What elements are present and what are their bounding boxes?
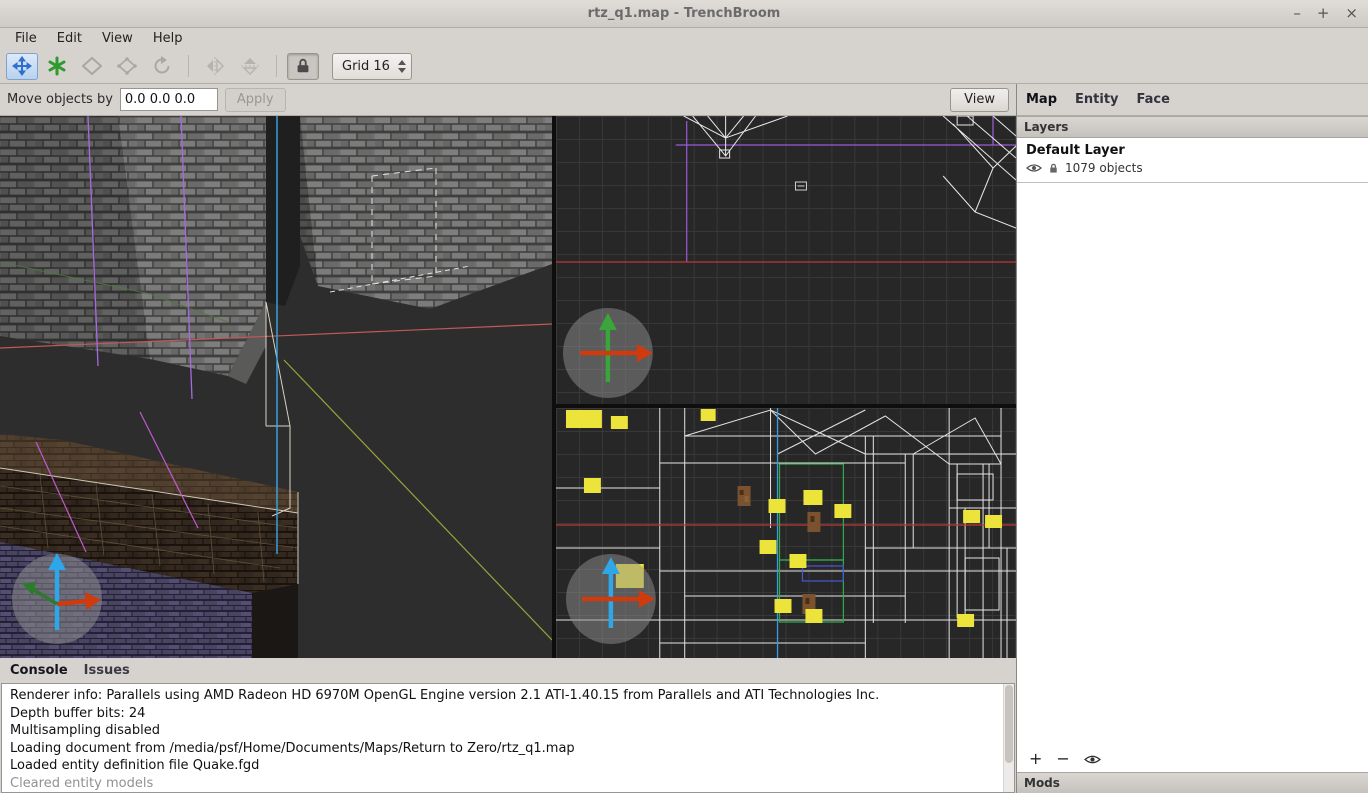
- log-line: Depth buffer bits: 24: [10, 705, 1006, 723]
- rotate-tool-icon: [152, 56, 172, 76]
- layer-list-empty-area: [1017, 183, 1368, 746]
- flip-vertical-icon: [240, 56, 260, 76]
- maximize-icon[interactable]: +: [1317, 6, 1330, 21]
- texture-lock-button[interactable]: [287, 53, 319, 80]
- view-dropdown-button[interactable]: View: [950, 88, 1009, 112]
- window-title: rtz_q1.map - TrenchBroom: [0, 6, 1368, 21]
- trenchbroom-window: rtz_q1.map - TrenchBroom – + × File Edit…: [0, 0, 1368, 793]
- move-tool-icon: [12, 56, 32, 76]
- grid-size-label: Grid 16: [342, 59, 390, 74]
- toolbar: Grid 16: [0, 49, 1368, 84]
- tab-console[interactable]: Console: [10, 663, 68, 678]
- remove-layer-button[interactable]: −: [1056, 751, 1069, 767]
- grid-size-spinner: [398, 60, 406, 73]
- log-line: Loaded entity definition file Quake.fgd: [10, 757, 1006, 775]
- chevron-down-icon[interactable]: [398, 68, 406, 73]
- layer-list: Default Layer 1079 objects: [1017, 138, 1368, 183]
- log-line: Renderer info: Parallels using AMD Radeo…: [10, 687, 1006, 705]
- menu-view[interactable]: View: [93, 29, 142, 48]
- flip-horizontal-icon: [205, 56, 225, 76]
- close-icon[interactable]: ×: [1345, 6, 1358, 21]
- viewport-2d-top[interactable]: [556, 116, 1016, 404]
- inspector-panel: Map Entity Face Layers Default Layer: [1016, 84, 1368, 793]
- add-layer-button[interactable]: +: [1029, 751, 1042, 767]
- menubar: File Edit View Help: [0, 28, 1368, 49]
- layer-toolbar: + −: [1017, 746, 1368, 772]
- console-scrollbar[interactable]: [1003, 684, 1014, 792]
- create-brush-icon: [47, 56, 67, 76]
- window-controls: – + ×: [1293, 0, 1358, 27]
- chevron-up-icon[interactable]: [398, 60, 406, 65]
- tab-issues[interactable]: Issues: [84, 663, 130, 678]
- viewport-2d-column: [556, 116, 1016, 658]
- inspector-tabbar: Map Entity Face: [1017, 84, 1368, 116]
- tab-face[interactable]: Face: [1137, 92, 1170, 107]
- clip-tool-button[interactable]: [76, 53, 108, 80]
- console-log[interactable]: Renderer info: Parallels using AMD Radeo…: [1, 683, 1015, 793]
- vertex-tool-button[interactable]: [111, 53, 143, 80]
- lock-icon[interactable]: [1048, 162, 1059, 174]
- console-panel: Console Issues Renderer info: Parallels …: [0, 658, 1016, 793]
- axis-gizmo-bottom[interactable]: [566, 554, 656, 644]
- log-line: Loading document from /media/psf/Home/Do…: [10, 740, 1006, 758]
- eye-icon[interactable]: [1026, 163, 1042, 173]
- create-brush-tool-button[interactable]: [41, 53, 73, 80]
- move-tool-button[interactable]: [6, 53, 38, 80]
- tab-entity[interactable]: Entity: [1075, 92, 1119, 107]
- mods-header: Mods: [1017, 772, 1368, 793]
- move-objects-row: Move objects by Apply View: [0, 84, 1016, 116]
- console-tabbar: Console Issues: [0, 658, 1016, 683]
- layer-item-default[interactable]: Default Layer 1079 objects: [1017, 138, 1368, 182]
- layer-name: Default Layer: [1026, 143, 1359, 158]
- rotate-tool-button[interactable]: [146, 53, 178, 80]
- flip-vertical-button[interactable]: [234, 53, 266, 80]
- tab-map[interactable]: Map: [1026, 92, 1057, 107]
- toolbar-separator: [276, 55, 277, 77]
- menu-edit[interactable]: Edit: [48, 29, 91, 48]
- move-objects-label: Move objects by: [7, 92, 113, 107]
- editor-column: Move objects by Apply View: [0, 84, 1016, 793]
- axis-gizmo-top[interactable]: [563, 308, 653, 398]
- viewport-3d[interactable]: [0, 116, 552, 658]
- move-objects-input[interactable]: [120, 88, 218, 111]
- viewport-grid: [0, 116, 1016, 658]
- viewport-2d-bottom-canvas: [556, 408, 1016, 658]
- layers-header: Layers: [1017, 116, 1368, 138]
- texture-lock-icon: [294, 57, 312, 75]
- titlebar[interactable]: rtz_q1.map - TrenchBroom – + ×: [0, 0, 1368, 28]
- minimize-icon[interactable]: –: [1293, 6, 1301, 21]
- apply-button[interactable]: Apply: [225, 88, 286, 112]
- log-line: Cleared entity models: [10, 775, 1006, 793]
- vertex-tool-icon: [117, 56, 137, 76]
- main-area: Move objects by Apply View: [0, 84, 1368, 793]
- layer-meta: 1079 objects: [1026, 161, 1359, 175]
- toolbar-separator: [188, 55, 189, 77]
- clip-tool-icon: [82, 56, 102, 76]
- menu-file[interactable]: File: [6, 29, 46, 48]
- console-scrollbar-thumb[interactable]: [1005, 685, 1013, 763]
- flip-horizontal-button[interactable]: [199, 53, 231, 80]
- viewport-3d-canvas: [0, 116, 552, 658]
- toggle-visibility-eye-icon[interactable]: [1084, 754, 1101, 765]
- grid-size-combo[interactable]: Grid 16: [332, 53, 412, 80]
- log-line: Multisampling disabled: [10, 722, 1006, 740]
- viewport-2d-top-canvas: [556, 116, 1016, 404]
- menu-help[interactable]: Help: [144, 29, 192, 48]
- layer-object-count: 1079 objects: [1065, 161, 1143, 175]
- viewport-2d-bottom[interactable]: [556, 408, 1016, 658]
